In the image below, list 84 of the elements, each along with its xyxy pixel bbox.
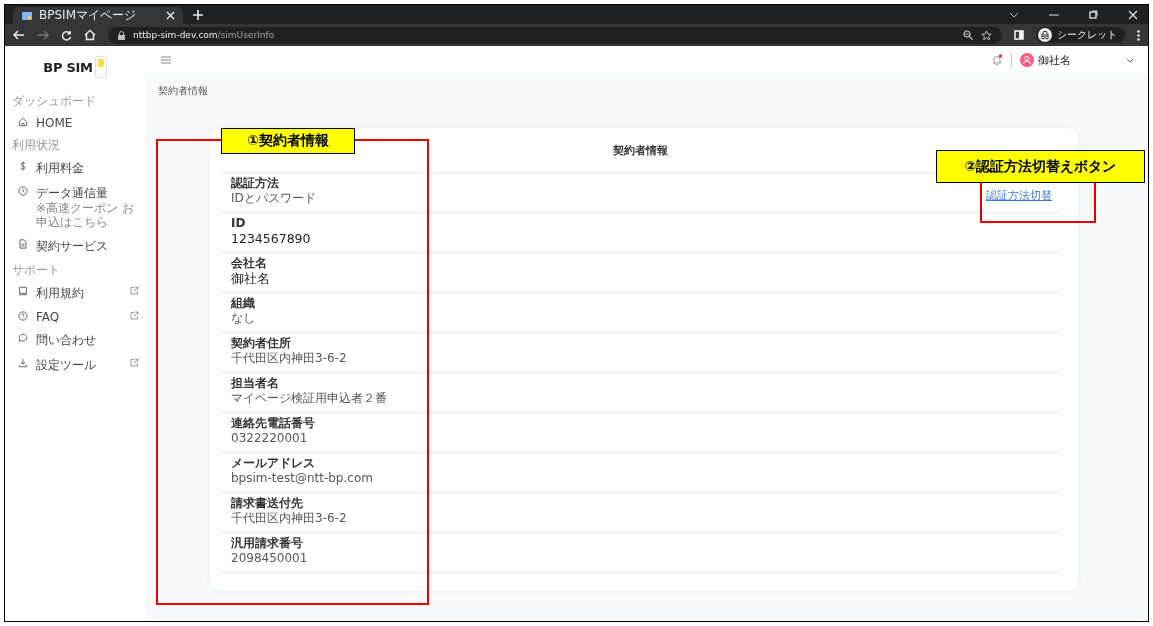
switch-auth-link[interactable]: 認証方法切替 [986, 189, 1052, 203]
nav-label: 問い合わせ [36, 331, 97, 349]
side-panel-icon[interactable] [1014, 30, 1024, 40]
forward-icon[interactable] [37, 30, 49, 40]
nav-item[interactable]: HOME [5, 112, 145, 134]
reload-icon[interactable] [61, 29, 72, 41]
field-value: 千代田区内神田3-6-2 [231, 351, 348, 366]
nav-item[interactable]: データ通信量 ※高速クーポン お申込はこちら [5, 181, 145, 234]
section-heading: サポート [11, 261, 61, 279]
nav-label: 利用料金 [36, 160, 85, 177]
lock-icon [118, 30, 125, 40]
address-field[interactable]: nttbp-sim-dev.com/simUserInfo [108, 26, 1002, 44]
external-link-icon [130, 310, 139, 320]
page-title: 契約者情報 [158, 84, 209, 98]
callout-label: ②認証方法切替えボタン [936, 150, 1145, 183]
nav-item[interactable]: 契約サービス [5, 233, 145, 259]
field-value: 千代田区内神田3-6-2 [231, 511, 348, 526]
home-icon [17, 116, 29, 128]
nav-label: 設定ツール [36, 356, 97, 374]
nav-item[interactable]: 問い合わせ [5, 327, 145, 353]
field-value: IDとパスワード [231, 191, 317, 206]
field-value: 2098450001 [231, 551, 309, 566]
sim-card-icon [94, 56, 107, 78]
field-label: メールアドレス [231, 456, 316, 471]
download-icon [17, 356, 29, 369]
field-value: 1234567890 [231, 231, 312, 247]
field-label: 認証方法 [231, 176, 280, 191]
close-icon[interactable] [166, 11, 175, 20]
nav-label: データ通信量 [36, 185, 109, 202]
tab-title: BPSIMマイページ [39, 7, 137, 24]
chevron-down-icon [1126, 57, 1134, 63]
profile-button[interactable]: シークレット [1036, 27, 1125, 43]
book-icon [17, 284, 29, 297]
new-tab-icon[interactable] [193, 9, 203, 20]
menu-icon[interactable] [1137, 29, 1140, 41]
nav-label: FAQ [36, 309, 61, 324]
zoom-icon[interactable] [963, 30, 973, 40]
nav-label: HOME [36, 116, 74, 130]
url-host: nttbp-sim-dev.com [133, 30, 218, 40]
field-label: ID [231, 216, 247, 231]
nav-label: 契約サービス [36, 237, 109, 255]
site-icon [21, 9, 33, 22]
field-value: 御社名 [231, 271, 271, 287]
back-icon[interactable] [13, 30, 25, 40]
field-label: 汎用請求番号 [231, 536, 304, 551]
section-heading: 利用状況 [11, 137, 61, 154]
section-heading: ダッシュボード [11, 93, 97, 110]
card-title: 契約者情報 [612, 143, 668, 158]
logo: BP SIM [43, 59, 93, 75]
external-link-icon [130, 285, 139, 295]
nav-item[interactable]: 利用料金 [5, 156, 145, 181]
nav-item[interactable]: FAQ [5, 305, 145, 328]
nav-label: 利用規約 [36, 284, 85, 302]
star-icon[interactable] [981, 29, 992, 41]
nav-item[interactable]: 利用規約 [5, 280, 145, 306]
nav-note: ※高速クーポン お申込はこちら [36, 202, 135, 230]
nav-item[interactable]: 設定ツール [5, 352, 145, 378]
user-menu[interactable]: 御社名 [1020, 52, 1134, 68]
field-value: マイページ検証用申込者２番 [231, 391, 388, 406]
doc-icon [17, 237, 29, 250]
field-label: 連絡先電話番号 [231, 416, 316, 431]
field-label: 請求書送付先 [231, 496, 304, 511]
field-label: 会社名 [231, 256, 268, 271]
minimize-icon[interactable] [1049, 13, 1059, 16]
field-value: なし [231, 311, 256, 326]
bell-icon[interactable] [991, 54, 1003, 66]
browser-tab[interactable]: BPSIMマイページ [13, 7, 183, 24]
close-icon[interactable] [1128, 9, 1138, 20]
callout-label: ①契約者情報 [221, 128, 355, 154]
incognito-icon [1038, 28, 1052, 42]
clock-icon [17, 185, 29, 197]
field-label: 契約者住所 [231, 336, 292, 351]
chevron-down-icon[interactable] [1009, 11, 1019, 18]
help-icon [17, 309, 29, 322]
avatar-icon [1020, 53, 1034, 67]
field-label: 担当者名 [231, 376, 280, 391]
external-link-icon [130, 357, 139, 367]
field-value: 0322220001 [231, 431, 309, 446]
restore-icon[interactable] [1089, 10, 1098, 19]
chat-icon [17, 331, 29, 344]
home-icon[interactable] [84, 29, 96, 41]
field-value: bpsim-test@ntt-bp.com [231, 471, 374, 486]
url-path: /simUserInfo [217, 30, 275, 40]
field-label: 組織 [231, 296, 256, 311]
